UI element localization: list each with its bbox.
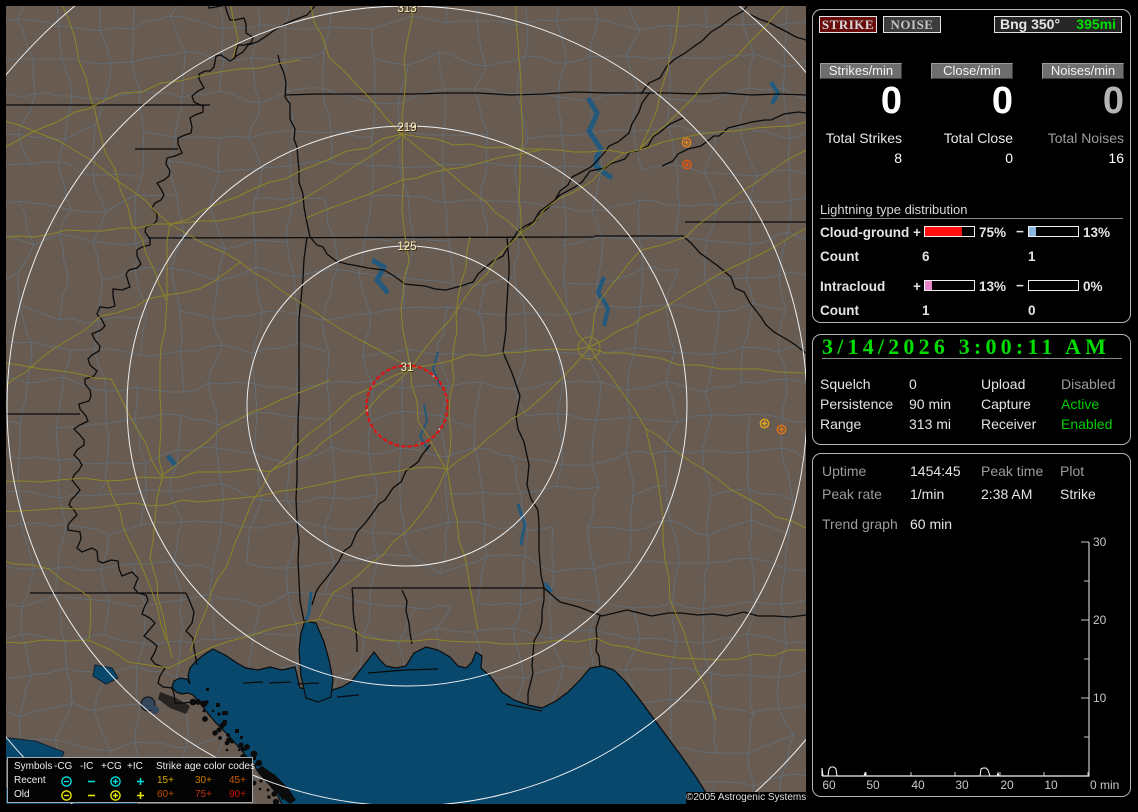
svg-text:20: 20: [1000, 778, 1014, 792]
svg-text:30: 30: [955, 778, 969, 792]
svg-text:0 min: 0 min: [1090, 778, 1119, 792]
svg-text:10: 10: [1044, 778, 1058, 792]
svg-text:40: 40: [911, 778, 925, 792]
svg-text:50: 50: [866, 778, 880, 792]
svg-text:60: 60: [822, 778, 836, 792]
svg-text:10: 10: [1093, 691, 1107, 705]
svg-text:30: 30: [1093, 535, 1107, 549]
svg-text:20: 20: [1093, 613, 1107, 627]
